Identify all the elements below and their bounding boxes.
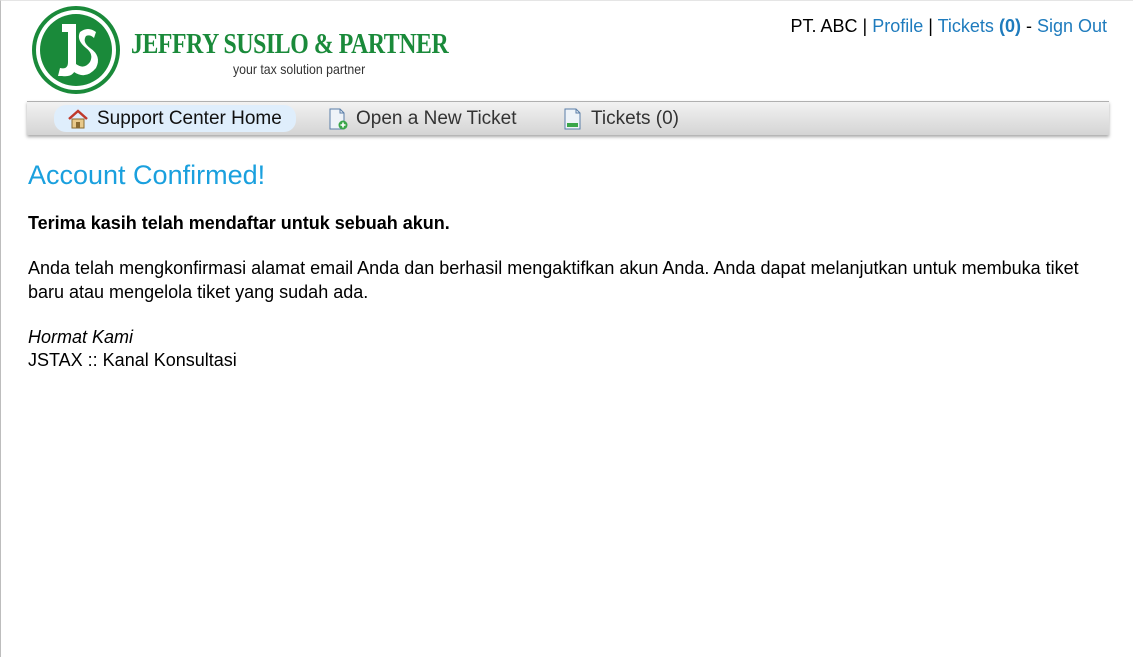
nav-item-label: Support Center Home (97, 107, 282, 129)
home-icon (68, 108, 88, 128)
signature-greeting: Hormat Kami (28, 327, 134, 347)
sign-out-link[interactable]: Sign Out (1037, 16, 1107, 36)
profile-link[interactable]: Profile (872, 16, 923, 36)
main-content: Account Confirmed! Terima kasih telah me… (28, 160, 1108, 372)
signature-name: JSTAX :: Kanal Konsultasi (28, 350, 237, 370)
page-title: Account Confirmed! (28, 160, 266, 190)
nav-item-label: Tickets (0) (591, 107, 679, 129)
user-name: PT. ABC (790, 16, 858, 36)
separator: | (857, 16, 873, 36)
confirmation-body: Anda telah mengkonfirmasi alamat email A… (28, 258, 1079, 302)
confirmation-lead: Terima kasih telah mendaftar untuk sebua… (28, 213, 450, 233)
tickets-link-label: Tickets (937, 16, 994, 36)
logo-emblem-icon (32, 6, 120, 94)
nav-item-label: Open a New Ticket (356, 107, 517, 129)
tickets-icon (564, 108, 581, 129)
brand-logo[interactable]: JEFFRY SUSILO & PARTNER your tax solutio… (32, 6, 449, 96)
nav-item-tickets[interactable]: Tickets (0) (563, 105, 679, 132)
user-bar: PT. ABC | Profile | Tickets (0) - Sign O… (790, 16, 1107, 37)
nav-item-support-center-home[interactable]: Support Center Home (54, 105, 296, 132)
nav-item-open-new-ticket[interactable]: Open a New Ticket (328, 105, 517, 132)
brand-title: JEFFRY SUSILO & PARTNER (131, 28, 449, 60)
brand-tagline: your tax solution partner (233, 61, 366, 77)
main-nav: Support Center Home Open a New Ticket Ti… (27, 101, 1109, 135)
tickets-link[interactable]: Tickets (0) (938, 16, 1021, 36)
tickets-count: (0) (998, 16, 1021, 36)
new-ticket-icon (329, 108, 348, 129)
separator: | (923, 16, 938, 36)
separator: - (1020, 16, 1037, 36)
